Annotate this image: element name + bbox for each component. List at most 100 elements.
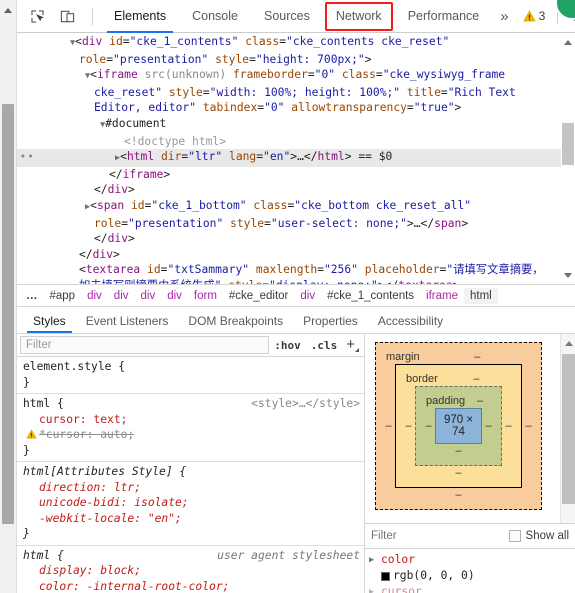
computed-property-row[interactable]: ▶ color xyxy=(369,552,575,568)
css-property-name[interactable]: cursor: xyxy=(39,413,93,426)
css-property-name[interactable]: unicode-bidi: xyxy=(39,496,134,509)
box-model-content-size[interactable]: 970 × 74 xyxy=(435,408,482,444)
dom-tree-line[interactable]: •••▶<html dir="ltr" lang="en">…</html> =… xyxy=(17,149,575,167)
breadcrumb-item[interactable]: form xyxy=(188,288,223,304)
css-property-value[interactable]: text; xyxy=(93,413,127,426)
css-selector[interactable]: html { xyxy=(23,397,64,410)
breadcrumb-item[interactable]: div xyxy=(135,288,162,304)
css-rules-list[interactable]: element.style {} html { <style>…</style> cu… xyxy=(17,357,364,593)
sidebar-tab-properties[interactable]: Properties xyxy=(293,314,368,333)
dom-tree-scrollbar[interactable] xyxy=(561,33,575,284)
box-model-padding-top[interactable]: – xyxy=(465,395,495,407)
breadcrumb-item[interactable]: div xyxy=(161,288,188,304)
css-selector[interactable]: html[Attributes Style] { xyxy=(23,465,186,478)
breadcrumb-item[interactable]: div xyxy=(108,288,135,304)
css-property-name[interactable]: color: xyxy=(39,580,87,593)
computed-expand-icon[interactable]: ▶ xyxy=(369,552,378,568)
box-model-border-bottom[interactable]: – xyxy=(402,466,515,481)
color-swatch-icon[interactable] xyxy=(381,571,390,581)
breadcrumb-item[interactable]: div xyxy=(294,288,321,304)
show-all-toggle[interactable]: Show all xyxy=(508,530,569,542)
dom-tree-line[interactable]: </div> xyxy=(17,247,575,263)
box-model-padding-left[interactable]: – xyxy=(422,420,435,432)
css-selector[interactable]: element.style { xyxy=(23,360,125,373)
page-scrollbar-thumb[interactable] xyxy=(2,104,14,524)
css-declaration[interactable]: display: block; xyxy=(23,563,360,579)
tab-sources[interactable]: Sources xyxy=(251,0,323,33)
css-rule[interactable]: element.style {} xyxy=(17,357,364,394)
breadcrumb-item[interactable]: … xyxy=(21,288,44,304)
css-declaration[interactable]: color: -internal-root-color; xyxy=(23,579,360,593)
dom-scroll-thumb[interactable] xyxy=(562,123,574,165)
box-model-margin-left[interactable]: – xyxy=(382,420,395,432)
computed-property-value-row[interactable]: rgb(0, 0, 0) xyxy=(369,568,575,584)
css-property-value[interactable]: ltr; xyxy=(114,481,141,494)
css-property-value[interactable]: "en"; xyxy=(148,512,182,525)
class-button[interactable]: .cls xyxy=(306,339,343,352)
css-property-value[interactable]: auto; xyxy=(100,428,134,441)
computed-scroll-thumb[interactable] xyxy=(562,354,575,504)
breadcrumb-item[interactable]: html xyxy=(463,287,498,304)
box-model-margin-right[interactable]: – xyxy=(522,420,535,432)
css-property-value[interactable]: -internal-root-color; xyxy=(87,580,230,593)
css-property-name[interactable]: -webkit-locale: xyxy=(39,512,148,525)
breadcrumb[interactable]: … #app div div div div form #cke_editor div #cke_… xyxy=(17,285,575,307)
css-rule[interactable]: html[Attributes Style] { direction: ltr; u… xyxy=(17,462,364,546)
computed-property-name[interactable]: cursor xyxy=(381,584,422,593)
css-property-name[interactable]: display: xyxy=(39,564,100,577)
css-property-name[interactable]: *cursor: xyxy=(39,428,100,441)
computed-property-name[interactable]: color xyxy=(381,552,415,568)
tab-performance[interactable]: Performance xyxy=(395,0,493,33)
dom-tree-line[interactable]: ▼<div id="cke_1_contents" class="cke_con… xyxy=(17,34,575,67)
box-model-border-right[interactable]: – xyxy=(502,420,515,432)
breadcrumb-item[interactable]: #app xyxy=(44,288,82,304)
css-rule[interactable]: html {user agent stylesheet display: bloc… xyxy=(17,546,364,593)
breadcrumb-item[interactable]: #cke_1_contents xyxy=(321,288,420,304)
dom-tree-line[interactable]: </div> xyxy=(17,231,575,247)
computed-scrollbar[interactable] xyxy=(560,334,575,523)
css-rule-source[interactable]: <style>…</style> xyxy=(251,396,360,412)
dom-tree-line[interactable]: ▶<span id="cke_1_bottom" class="cke_bott… xyxy=(17,198,575,231)
breadcrumb-item[interactable]: div xyxy=(81,288,108,304)
dom-tree-line[interactable]: <textarea id="txtSammary" maxlength="256… xyxy=(17,262,575,284)
box-model-padding-right[interactable]: – xyxy=(482,420,495,432)
dom-tree-line[interactable]: ▼#document xyxy=(17,116,575,134)
hover-state-button[interactable]: :hov xyxy=(269,339,306,352)
device-toolbar-icon[interactable] xyxy=(54,4,80,28)
computed-expand-icon[interactable]: ▶ xyxy=(369,584,378,593)
warning-indicator[interactable]: 3 xyxy=(518,9,551,23)
dom-tree-line[interactable]: </iframe> xyxy=(17,167,575,183)
more-tabs-icon[interactable]: » xyxy=(492,8,515,25)
tab-network[interactable]: Network xyxy=(323,0,395,33)
sidebar-tab-dom-breakpoints[interactable]: DOM Breakpoints xyxy=(178,314,293,333)
dom-scroll-down-arrow[interactable] xyxy=(561,268,575,282)
box-model-margin[interactable]: margin – – border – – padding – – 970 × … xyxy=(375,342,542,510)
show-all-checkbox[interactable] xyxy=(508,530,521,542)
css-rule[interactable]: html {<style>…</style> cursor: text; *curs… xyxy=(17,394,364,462)
box-model-padding-bottom[interactable]: – xyxy=(422,444,495,459)
box-model-border-top[interactable]: – xyxy=(438,373,515,385)
computed-scroll-up-arrow[interactable] xyxy=(561,336,575,350)
sidebar-tab-event-listeners[interactable]: Event Listeners xyxy=(76,314,179,333)
css-declaration[interactable]: -webkit-locale: "en"; xyxy=(23,511,360,527)
css-property-value[interactable]: isolate; xyxy=(134,496,188,509)
css-selector[interactable]: html { xyxy=(23,549,64,562)
css-rule-source[interactable]: user agent stylesheet xyxy=(217,548,360,564)
tab-console[interactable]: Console xyxy=(179,0,251,33)
breadcrumb-item[interactable]: iframe xyxy=(420,288,464,304)
box-model-margin-bottom[interactable]: – xyxy=(382,488,535,503)
breadcrumb-item[interactable]: #cke_editor xyxy=(223,288,294,304)
inspect-element-icon[interactable] xyxy=(24,4,50,28)
page-scrollbar[interactable] xyxy=(0,0,17,593)
new-style-rule-button[interactable]: + xyxy=(342,337,361,352)
tab-elements[interactable]: Elements xyxy=(101,0,179,33)
box-model-border[interactable]: border – – padding – – 970 × 74 – – – – xyxy=(395,364,522,488)
box-model-border-left[interactable]: – xyxy=(402,420,415,432)
css-property-name[interactable]: direction: xyxy=(39,481,114,494)
computed-property-row[interactable]: ▶ cursor xyxy=(369,584,575,593)
computed-filter-input[interactable] xyxy=(371,530,509,542)
dom-tree-line[interactable]: </div> xyxy=(17,182,575,198)
css-property-value[interactable]: block; xyxy=(100,564,141,577)
css-declaration[interactable]: *cursor: auto; xyxy=(23,427,360,443)
sidebar-tab-accessibility[interactable]: Accessibility xyxy=(368,314,453,333)
